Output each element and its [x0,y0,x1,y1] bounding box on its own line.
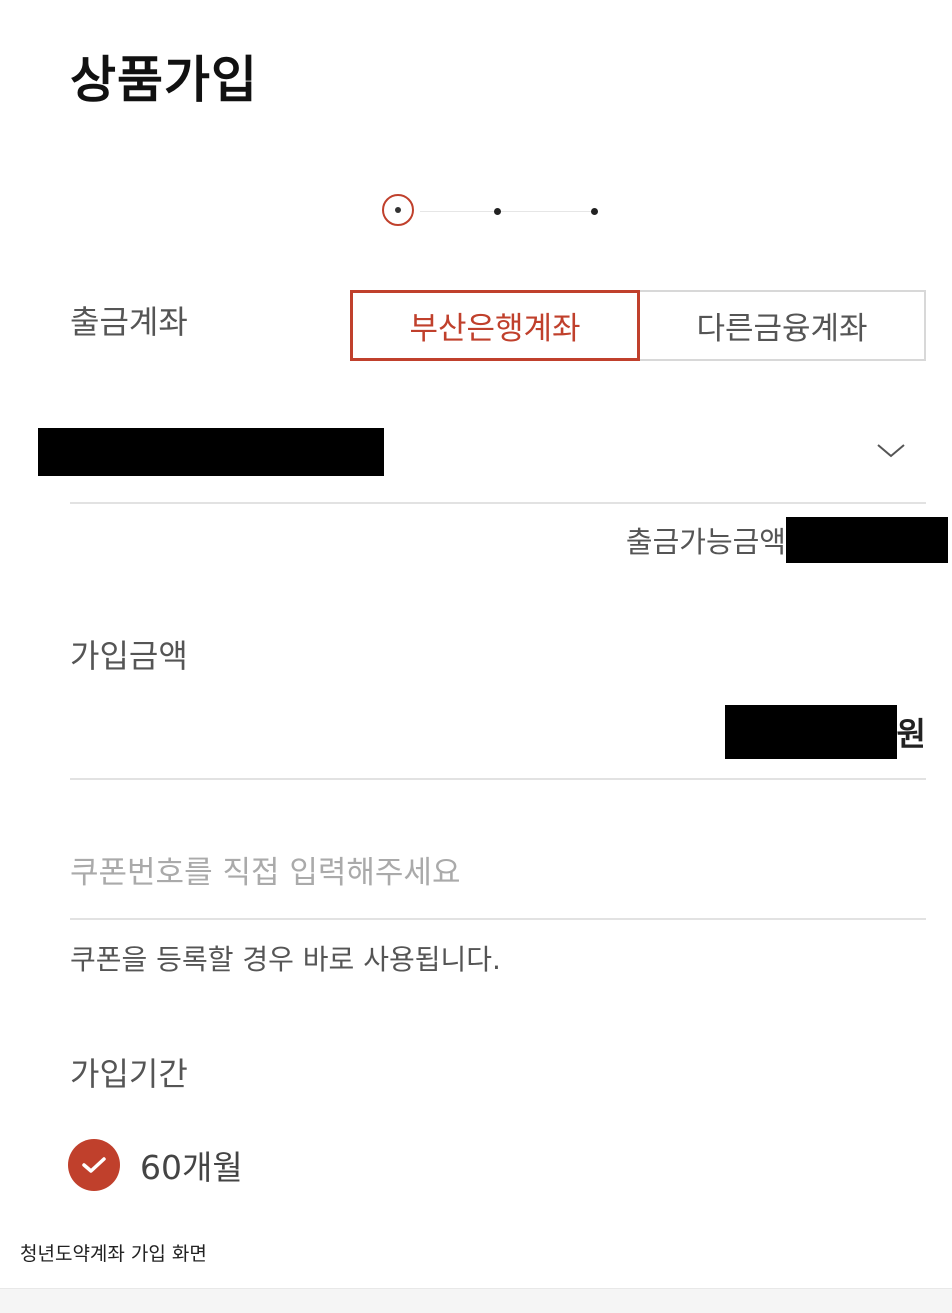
signup-amount-redacted [724,705,897,759]
signup-amount-underline [70,778,926,780]
available-balance-label: 출금가능금액 [625,525,786,559]
check-circle-icon[interactable] [68,1139,120,1191]
other-financial-account-button[interactable]: 다른금융계좌 [638,290,926,361]
signup-period-label: 가입기간 [70,1055,188,1093]
account-type-toggle: 부산은행계좌 다른금융계좌 [350,290,926,361]
period-option-60-months[interactable]: 60개월 [68,1138,243,1192]
account-select-dropdown[interactable] [38,428,926,504]
available-balance: 출금가능금액 [626,516,948,564]
bottom-bar [0,1288,952,1313]
chevron-down-icon[interactable] [876,440,906,460]
coupon-help-text: 쿠폰을 등록할 경우 바로 사용됩니다. [70,943,501,976]
progress-stepper [380,192,620,232]
withdrawal-account-label: 출금계좌 [70,303,188,341]
busan-bank-account-button[interactable]: 부산은행계좌 [350,290,640,361]
signup-amount-label: 가입금액 [70,637,188,675]
coupon-number-input[interactable] [70,848,926,898]
stepper-line [420,211,596,212]
account-number-redacted [38,428,384,476]
account-select-underline [70,502,926,504]
amount-unit: 원 [896,715,926,753]
stepper-step-2 [494,208,501,215]
period-option-label: 60개월 [140,1148,243,1187]
stepper-step-1-active [382,194,414,226]
signup-amount-input[interactable]: 원 [724,704,926,760]
coupon-input-underline [70,918,926,920]
checkmark-icon [82,1157,106,1173]
available-balance-redacted [786,517,948,563]
page-title: 상품가입 [70,51,258,109]
image-caption: 청년도약계좌 가입 화면 [20,1243,207,1265]
stepper-step-3 [591,208,598,215]
